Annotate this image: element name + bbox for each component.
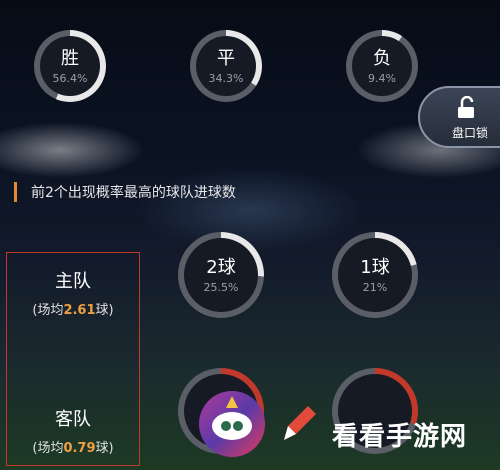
away-avg: (场均0.79球) [7, 437, 139, 456]
win-ring: 胜 56.4% [34, 30, 106, 102]
lock-label: 盘口锁 [452, 126, 489, 140]
home-goal-2-percent: 21% [362, 280, 388, 294]
home-goal-1-label: 2球 [206, 256, 236, 278]
watermark: 看看手游网 [182, 380, 500, 470]
win-label: 胜 [61, 47, 79, 69]
draw-percent: 34.3% [208, 71, 244, 85]
section-accent-bar [14, 182, 17, 202]
away-team-name: 客队 [55, 409, 91, 430]
watermark-logo-icon [199, 391, 265, 457]
home-goal-1-percent: 25.5% [203, 280, 239, 294]
draw-label: 平 [217, 47, 235, 69]
section-title: 前2个出现概率最高的球队进球数 [14, 180, 236, 204]
home-avg-value: 2.61 [63, 303, 96, 318]
home-avg-prefix: (场均 [32, 303, 64, 318]
away-avg-suffix: 球) [95, 441, 114, 456]
away-avg-prefix: (场均 [32, 441, 64, 456]
lock-button[interactable]: 盘口锁 [418, 86, 500, 148]
home-goal-2-label: 1球 [360, 256, 390, 278]
home-goal-ring-1: 2球 25.5% [178, 232, 264, 318]
section-title-text: 前2个出现概率最高的球队进球数 [31, 185, 236, 201]
home-team: 主队 (场均2.61球) [7, 267, 139, 318]
lose-ring: 负 9.4% [346, 30, 418, 102]
home-avg-suffix: 球) [95, 303, 114, 318]
draw-ring: 平 34.3% [190, 30, 262, 102]
watermark-text: 看看手游网 [332, 422, 468, 452]
win-percent: 56.4% [52, 71, 88, 85]
away-avg-value: 0.79 [63, 441, 96, 456]
lose-label: 负 [373, 47, 391, 69]
unlock-icon [458, 96, 474, 118]
team-info-box: 主队 (场均2.61球) 客队 (场均0.79球) [6, 252, 140, 466]
home-avg: (场均2.61球) [7, 299, 139, 318]
lose-percent: 9.4% [368, 71, 396, 85]
home-goal-ring-2: 1球 21% [332, 232, 418, 318]
home-team-name: 主队 [55, 271, 91, 292]
watermark-pen-icon [284, 406, 316, 440]
away-team: 客队 (场均0.79球) [7, 405, 139, 456]
